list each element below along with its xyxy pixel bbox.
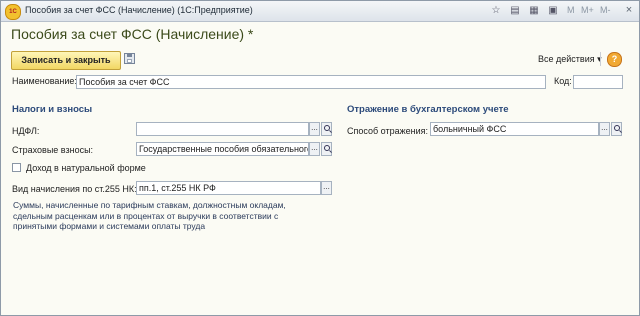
application-window: 1С Пособия за счет ФСС (Начисление) (1С:… <box>0 0 640 316</box>
accrual-type-label: Вид начисления по ст.255 НК: <box>12 184 137 194</box>
method-input[interactable]: больничный ФСС <box>430 122 599 136</box>
ndfl-input[interactable] <box>136 122 309 136</box>
toolbar-divider <box>600 52 601 66</box>
app-logo-icon[interactable]: 1С <box>5 4 21 20</box>
accrual-type-input[interactable]: пп.1, ст.255 НК РФ <box>136 181 321 195</box>
close-icon[interactable]: × <box>622 3 636 18</box>
method-label: Способ отражения: <box>347 126 428 136</box>
form-title: Пособия за счет ФСС (Начисление) * <box>11 26 254 42</box>
all-actions-menu[interactable]: Все действия ▾ <box>538 54 602 65</box>
memory-plus-button[interactable]: M+ <box>581 5 594 15</box>
insurance-label: Страховые взносы: <box>12 145 94 155</box>
code-label: Код: <box>554 76 572 86</box>
method-search-icon[interactable] <box>611 122 622 136</box>
ndfl-search-icon[interactable] <box>321 122 332 136</box>
in-kind-label: Доход в натуральной форме <box>26 163 146 173</box>
taxes-heading: Налоги и взносы <box>12 104 93 115</box>
favorite-icon[interactable]: ☆ <box>490 5 502 17</box>
name-input[interactable]: Пособия за счет ФСС <box>76 75 546 89</box>
method-select-button[interactable]: ... <box>599 122 610 136</box>
print-icon[interactable]: ▤ <box>509 5 521 17</box>
ndfl-label: НДФЛ: <box>12 126 40 136</box>
accrual-type-select-button[interactable]: ... <box>321 181 332 195</box>
ndfl-select-button[interactable]: ... <box>309 122 320 136</box>
insurance-select-button[interactable]: ... <box>309 142 320 156</box>
window-title: Пособия за счет ФСС (Начисление) (1С:Пре… <box>25 5 253 15</box>
calendar-icon[interactable]: ▣ <box>547 5 559 17</box>
code-input[interactable] <box>573 75 623 89</box>
memory-minus-button[interactable]: M- <box>600 5 611 15</box>
accounting-heading: Отражение в бухгалтерском учете <box>347 104 509 115</box>
calculator-icon[interactable]: ▦ <box>528 5 540 17</box>
accrual-type-hint: Суммы, начисленные по тарифным ставкам, … <box>13 200 286 231</box>
memory-m-button[interactable]: M <box>567 5 575 15</box>
help-icon[interactable]: ? <box>607 52 622 67</box>
save-and-close-button[interactable]: Записать и закрыть <box>11 51 121 70</box>
save-icon[interactable] <box>124 53 135 64</box>
name-label: Наименование: <box>12 76 77 86</box>
insurance-input[interactable]: Государственные пособия обязательного <box>136 142 309 156</box>
title-bar: 1С Пособия за счет ФСС (Начисление) (1С:… <box>1 1 639 22</box>
insurance-search-icon[interactable] <box>321 142 332 156</box>
in-kind-checkbox[interactable] <box>12 163 21 172</box>
